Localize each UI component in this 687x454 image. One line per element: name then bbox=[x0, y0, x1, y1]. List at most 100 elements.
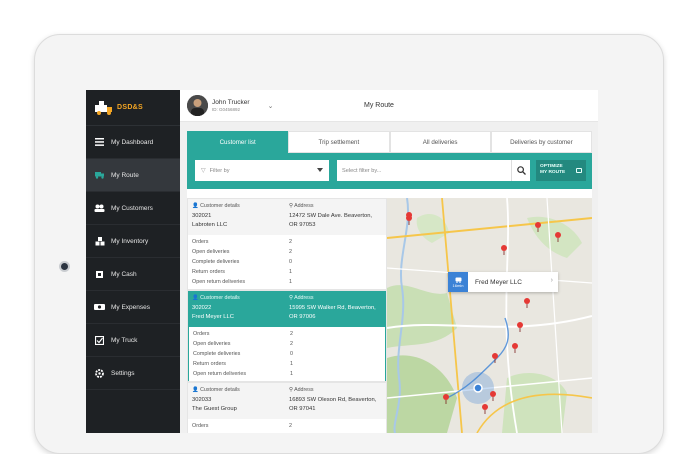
sidebar-item-customers[interactable]: My Customers bbox=[86, 192, 180, 225]
customer-address-line2: OR 97053 bbox=[289, 222, 316, 228]
sidebar-item-settings[interactable]: Settings bbox=[86, 357, 180, 390]
sidebar-item-expenses[interactable]: My Expenses bbox=[86, 291, 180, 324]
sidebar-item-label: My Dashboard bbox=[111, 138, 154, 146]
customer-address-line2: OR 97006 bbox=[289, 314, 316, 320]
stat-row: Complete deliveries 0 bbox=[188, 258, 386, 268]
callout-name: Fred Meyer LLC bbox=[475, 278, 522, 286]
chevron-right-icon[interactable]: › bbox=[551, 277, 553, 284]
customer-list: 👤 Customer details ⚲ Address 302021 Labr… bbox=[187, 198, 387, 433]
gear-icon bbox=[94, 368, 105, 378]
truck-logo-icon bbox=[94, 99, 114, 117]
checklist-icon bbox=[94, 335, 105, 345]
stat-row: Return orders 1 bbox=[188, 268, 386, 278]
filter-icon: ▽ bbox=[201, 168, 206, 174]
brand-logo[interactable]: DSD&S bbox=[86, 90, 180, 126]
tab-all-deliveries[interactable]: All deliveries bbox=[389, 131, 491, 153]
search-button[interactable] bbox=[511, 160, 530, 181]
sidebar-item-label: My Customers bbox=[111, 204, 153, 212]
stat-value: 1 bbox=[290, 371, 293, 377]
app-screen: DSD&S My Dashboard My Route My Customers… bbox=[86, 90, 598, 433]
customer-address-line1: 12472 SW Dale Ave. Beaverton, bbox=[289, 213, 373, 219]
stat-value: 1 bbox=[289, 279, 292, 285]
customer-stats: Orders 2 Open deliveries 2 Complete delive… bbox=[188, 327, 386, 381]
customer-id: 302033 bbox=[192, 397, 212, 403]
stat-label: Open deliveries bbox=[192, 249, 230, 255]
stat-value: 2 bbox=[289, 239, 292, 245]
stat-value: 2 bbox=[290, 341, 293, 347]
main-content: Customer list Trip settlement All delive… bbox=[180, 122, 598, 433]
customer-details-label: 👤 Customer details bbox=[192, 295, 240, 301]
tab-trip-settlement[interactable]: Trip settlement bbox=[288, 131, 390, 153]
filter-by-label: Filter by bbox=[209, 167, 230, 174]
sidebar-item-label: My Cash bbox=[111, 270, 137, 278]
map-callout[interactable]: 16min Fred Meyer LLC › bbox=[448, 272, 558, 292]
stat-value: 1 bbox=[289, 269, 292, 275]
boxes-icon bbox=[94, 236, 105, 246]
tab-customer-list[interactable]: Customer list bbox=[187, 131, 289, 153]
customer-card[interactable]: 👤 Customer details ⚲ Address 302033 The … bbox=[187, 382, 387, 433]
map-canvas bbox=[387, 198, 592, 433]
user-id: ID: G0456892 bbox=[212, 107, 241, 112]
route-map[interactable]: 16min Fred Meyer LLC › bbox=[387, 198, 592, 433]
stat-value: 2 bbox=[289, 423, 292, 429]
stat-label: Orders bbox=[192, 239, 209, 245]
stat-value: 2 bbox=[289, 249, 292, 255]
customer-card-header: 👤 Customer details ⚲ Address 302022 Fred… bbox=[188, 291, 386, 327]
callout-time: 16min bbox=[452, 282, 464, 288]
sidebar-item-truck[interactable]: My Truck bbox=[86, 324, 180, 357]
customer-card-header: 👤 Customer details ⚲ Address 302033 The … bbox=[188, 383, 386, 419]
stat-value: 0 bbox=[290, 351, 293, 357]
address-label: ⚲ Address bbox=[289, 203, 314, 209]
stat-value: 2 bbox=[290, 331, 293, 337]
stat-row: Open deliveries 2 bbox=[188, 248, 386, 258]
bus-icon: 16min bbox=[448, 272, 468, 292]
filter-by-select[interactable]: ▽ Filter by bbox=[195, 160, 329, 181]
customer-card[interactable]: 👤 Customer details ⚲ Address 302021 Labr… bbox=[187, 198, 387, 290]
truck-icon bbox=[94, 170, 105, 180]
sidebar-item-cash[interactable]: My Cash bbox=[86, 258, 180, 291]
customer-name: Labroten LLC bbox=[192, 222, 228, 228]
tablet-camera bbox=[59, 261, 70, 272]
customer-details-label: 👤 Customer details bbox=[192, 387, 240, 393]
stat-row: Complete deliveries 0 bbox=[189, 350, 385, 360]
stat-row: Open return deliveries 1 bbox=[189, 370, 385, 380]
stat-row: Orders 2 bbox=[188, 422, 386, 432]
customer-card-selected[interactable]: 👤 Customer details ⚲ Address 302022 Fred… bbox=[187, 290, 387, 382]
customer-address-line2: OR 97041 bbox=[289, 406, 316, 412]
tab-deliveries-by-customer[interactable]: Deliveries by customer bbox=[490, 131, 592, 153]
chevron-down-icon[interactable]: ⌄ bbox=[268, 102, 274, 110]
search-placeholder: Select filter by... bbox=[342, 167, 382, 174]
stat-value: 1 bbox=[290, 361, 293, 367]
top-header: John Trucker ID: G0456892 ⌄ My Route bbox=[180, 90, 598, 122]
customer-name: The Guest Group bbox=[192, 406, 237, 412]
search-input[interactable]: Select filter by... bbox=[337, 160, 530, 181]
sidebar-item-label: My Inventory bbox=[111, 237, 149, 245]
sidebar-item-inventory[interactable]: My Inventory bbox=[86, 225, 180, 258]
stat-label: Complete deliveries bbox=[192, 259, 240, 265]
route-panel: Customer list Trip settlement All delive… bbox=[187, 131, 592, 433]
stat-row: Orders 2 bbox=[188, 238, 386, 248]
customer-details-label: 👤 Customer details bbox=[192, 203, 240, 209]
optimize-route-button[interactable]: OPTIMIZE MY ROUTE bbox=[536, 160, 586, 181]
user-info[interactable]: John Trucker ID: G0456892 bbox=[212, 99, 250, 112]
stat-label: Complete deliveries bbox=[193, 351, 241, 357]
avatar[interactable] bbox=[187, 95, 208, 116]
tab-bar: Customer list Trip settlement All delive… bbox=[187, 131, 592, 153]
address-label: ⚲ Address bbox=[289, 295, 314, 301]
page-title: My Route bbox=[364, 102, 394, 109]
sidebar-item-dashboard[interactable]: My Dashboard bbox=[86, 126, 180, 159]
customer-stats: Orders 2 Open deliveries 2 Complete delive… bbox=[188, 235, 386, 289]
filter-bar: ▽ Filter by Select filter by... OPTIMIZE… bbox=[187, 153, 592, 189]
stat-label: Open return deliveries bbox=[193, 371, 247, 377]
search-icon bbox=[516, 166, 526, 175]
stat-label: Return orders bbox=[192, 269, 225, 275]
sidebar-item-label: My Route bbox=[111, 171, 139, 179]
stat-row: Return orders 1 bbox=[189, 360, 385, 370]
customer-id: 302021 bbox=[192, 213, 212, 219]
stat-row: Open deliveries 2 bbox=[189, 340, 385, 350]
expenses-icon bbox=[94, 302, 105, 312]
stat-value: 0 bbox=[289, 259, 292, 265]
sidebar-item-label: My Truck bbox=[111, 336, 138, 344]
sidebar-item-route[interactable]: My Route bbox=[86, 159, 180, 192]
customer-stats: Orders 2 bbox=[188, 419, 386, 433]
